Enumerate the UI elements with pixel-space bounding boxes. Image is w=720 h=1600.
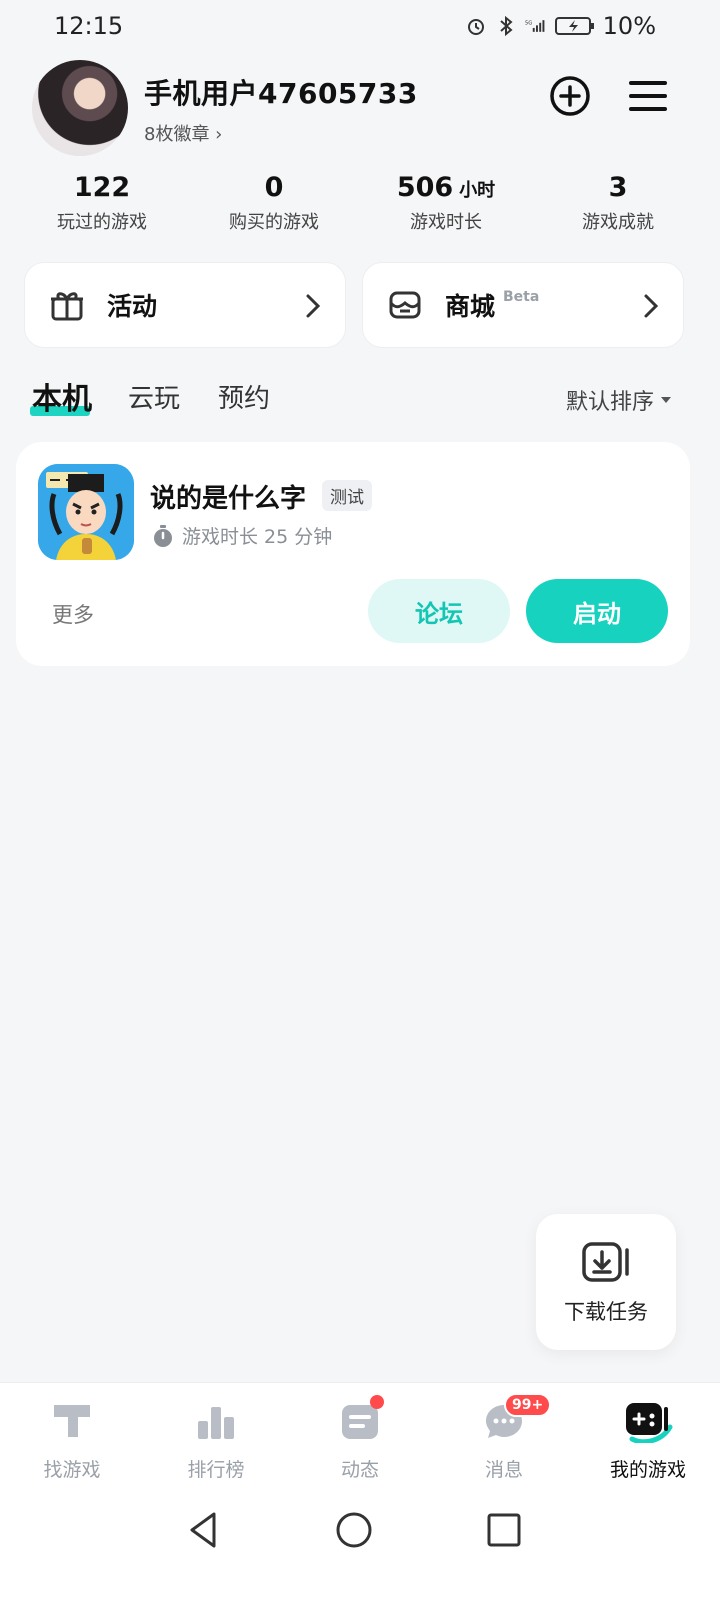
nav-label: 消息 <box>484 1459 523 1481</box>
bottom-nav: 找游戏 排行榜 动态 99+ 消息 我的游戏 <box>0 1382 720 1494</box>
tab-local[interactable]: 本机 <box>30 374 92 418</box>
back-icon[interactable] <box>184 1510 224 1550</box>
download-tasks-label: 下载任务 <box>564 1300 648 1324</box>
badges-link[interactable]: 8枚徽章 › <box>144 120 222 146</box>
tab-cloud[interactable]: 云玩 <box>128 378 180 415</box>
battery-charging-icon <box>554 15 595 37</box>
activity-label: 活动 <box>107 292 158 321</box>
chevron-right-icon <box>644 294 659 318</box>
status-time: 12:15 <box>54 12 124 40</box>
stat-played[interactable]: 122 玩过的游戏 <box>16 170 188 234</box>
stat-purchased[interactable]: 0 购买的游戏 <box>188 170 360 234</box>
game-card[interactable]: 说的是什么字 测试 游戏时长 25 分钟 更多 论坛 启动 <box>16 442 690 666</box>
caret-down-icon <box>661 397 671 403</box>
stat-label: 游戏成就 <box>582 212 654 233</box>
nav-label: 动态 <box>340 1459 379 1481</box>
store-icon <box>385 285 425 325</box>
stat-label: 玩过的游戏 <box>57 212 147 233</box>
chevron-right-icon <box>306 294 321 318</box>
stat-unit: 小时 <box>459 180 496 201</box>
nav-ranking[interactable]: 排行榜 <box>144 1383 288 1494</box>
playtime-text: 游戏时长 25 分钟 <box>182 526 333 548</box>
tab-reserve[interactable]: 预约 <box>218 378 270 415</box>
hamburger-icon <box>629 81 667 111</box>
nav-find-games[interactable]: 找游戏 <box>0 1383 144 1494</box>
battery-level: 10% <box>602 12 656 40</box>
activity-card[interactable]: 活动 <box>24 262 346 348</box>
feed-icon <box>338 1395 384 1443</box>
nav-label: 找游戏 <box>43 1459 101 1481</box>
game-tabs: 本机 云玩 预约 默认排序 <box>30 374 672 424</box>
find-games-icon <box>50 1399 94 1443</box>
stat-label: 购买的游戏 <box>229 212 319 233</box>
gift-icon <box>47 285 87 325</box>
username[interactable]: 手机用户47605733 <box>144 72 418 112</box>
game-title[interactable]: 说的是什么字 <box>150 478 306 515</box>
add-button[interactable] <box>546 72 594 120</box>
nav-feed[interactable]: 动态 <box>288 1383 432 1494</box>
nav-my-games[interactable]: 我的游戏 <box>576 1383 720 1494</box>
ranking-icon <box>194 1399 238 1443</box>
forum-button[interactable]: 论坛 <box>368 579 510 643</box>
alarm-icon <box>465 15 487 37</box>
stat-label: 游戏时长 <box>410 212 482 233</box>
status-bar: 12:15 5G 10% <box>0 0 720 52</box>
profile-header: 手机用户47605733 8枚徽章 › <box>32 60 692 156</box>
menu-button[interactable] <box>624 72 672 120</box>
nav-label: 我的游戏 <box>609 1459 686 1481</box>
game-playtime: 游戏时长 25 分钟 <box>152 522 332 549</box>
game-tag: 测试 <box>322 480 372 511</box>
sort-dropdown[interactable]: 默认排序 <box>566 384 672 416</box>
stat-playtime[interactable]: 506 小时 游戏时长 <box>360 170 532 234</box>
nav-label: 排行榜 <box>187 1459 245 1481</box>
stopwatch-icon <box>154 524 172 547</box>
message-icon: 99+ <box>482 1393 552 1443</box>
stat-value: 506 <box>396 172 454 203</box>
stat-value: 122 <box>73 172 131 203</box>
system-nav-bar <box>0 1494 720 1600</box>
quick-cards: 活动 商城 Beta <box>24 262 696 348</box>
stat-value: 3 <box>608 172 628 203</box>
notification-dot <box>370 1395 384 1409</box>
download-icon <box>580 1240 632 1284</box>
bluetooth-icon <box>495 15 517 37</box>
game-icon[interactable] <box>38 464 134 560</box>
stat-achievements[interactable]: 3 游戏成就 <box>532 170 704 234</box>
recents-icon[interactable] <box>484 1510 524 1550</box>
more-button[interactable]: 更多 <box>52 599 94 629</box>
stat-value: 0 <box>264 172 284 203</box>
nav-messages[interactable]: 99+ 消息 <box>432 1383 576 1494</box>
tab-label: 本机 <box>32 382 92 417</box>
start-button[interactable]: 启动 <box>526 579 668 643</box>
stats-row: 122 玩过的游戏 0 购买的游戏 506 小时 游戏时长 3 游戏成就 <box>16 170 704 234</box>
5g-signal-icon: 5G <box>525 15 547 37</box>
plus-circle-icon <box>550 76 590 116</box>
home-icon[interactable] <box>334 1510 374 1550</box>
download-tasks-button[interactable]: 下载任务 <box>536 1214 676 1350</box>
sort-label: 默认排序 <box>565 390 654 415</box>
message-count-badge: 99+ <box>504 1393 552 1417</box>
beta-tag: Beta <box>503 289 540 305</box>
my-games-icon <box>622 1399 674 1445</box>
svg-text:5G: 5G <box>525 21 532 27</box>
status-icons: 5G 10% <box>465 12 656 40</box>
store-card[interactable]: 商城 Beta <box>362 262 684 348</box>
store-label: 商城 <box>445 292 496 321</box>
avatar[interactable] <box>32 60 128 156</box>
